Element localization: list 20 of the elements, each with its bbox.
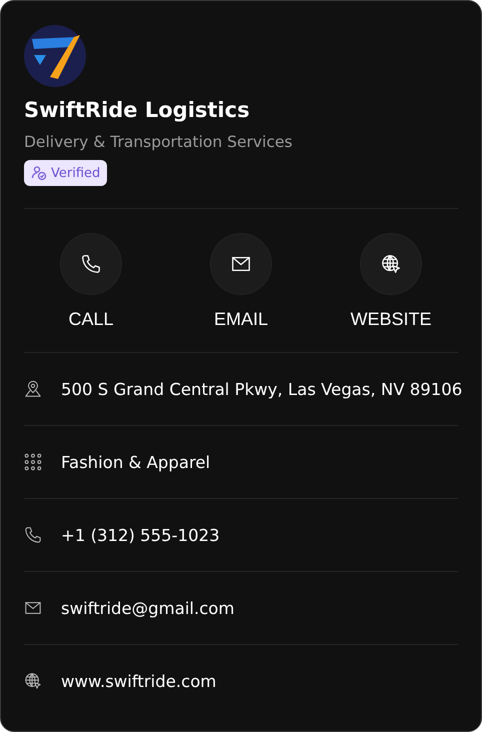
phone-icon (80, 253, 102, 275)
action-label: EMAIL (214, 309, 268, 330)
user-check-icon (31, 165, 47, 181)
company-tagline: Delivery & Transportation Services (24, 133, 294, 151)
envelope-icon (24, 599, 42, 617)
company-name: SwiftRide Logistics (24, 98, 251, 122)
detail-text: Fashion & Apparel (61, 452, 210, 472)
detail-text: +1 (312) 555-1023 (61, 526, 220, 544)
detail-text: www.swiftride.com (61, 672, 216, 690)
detail-text: 500 S Grand Central Pkwy, Las Vegas, NV 89106 (61, 380, 462, 398)
badge-label: Verified (51, 166, 100, 180)
location-pin-icon (24, 380, 42, 398)
action-label: CALL (68, 309, 114, 330)
globe-icon (380, 253, 402, 275)
phone-icon (24, 526, 42, 544)
company-logo (24, 25, 86, 87)
detail-text: swiftride@gmail.com (61, 598, 234, 618)
action-label: WEBSITE (350, 309, 432, 330)
grid-icon (24, 453, 42, 471)
globe-icon (24, 672, 42, 690)
